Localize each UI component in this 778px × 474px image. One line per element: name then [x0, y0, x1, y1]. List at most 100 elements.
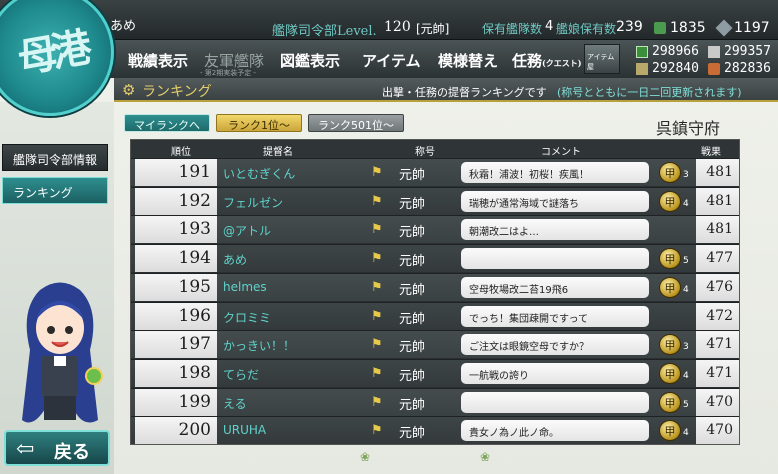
title-cell: 元帥	[399, 397, 426, 413]
rank-cell: 193	[135, 216, 217, 244]
bucket-icon	[654, 22, 666, 34]
medal-icon: 甲	[659, 190, 681, 212]
rank-cell: 197	[135, 331, 217, 359]
medal-icon: 甲	[659, 276, 681, 298]
admiral-name-cell: てらだ	[223, 367, 260, 382]
header-rank: 順位	[171, 147, 191, 158]
medal-count: 3	[683, 170, 689, 180]
comment-cell: 一航戦の誇り	[461, 362, 649, 384]
flag-icon: ⚑	[371, 222, 383, 238]
medal-count: 3	[683, 342, 689, 353]
table-header: 順位 提督名 称号 コメント 戦果	[131, 140, 739, 158]
score-cell: 470	[696, 417, 739, 445]
game-screen: あめ 艦隊司令部Level. 120 [元帥] 保有艦隊数 4 艦娘保有数 23…	[0, 0, 778, 474]
table-row[interactable]: 194 あめ ⚑ 元帥 甲 5 477	[131, 244, 739, 273]
admiral-name-cell: あめ	[223, 253, 248, 268]
rank-cell: 192	[135, 187, 217, 215]
back-button[interactable]: ⇦ 戻る	[4, 430, 110, 466]
score-cell: 481	[696, 159, 739, 186]
secretary-ship-girl	[22, 282, 103, 423]
title-cell: 元帥	[399, 196, 426, 212]
bauxite-counter: 282836	[708, 61, 771, 76]
comment-cell: ご注文は眼鏡空母ですか？	[461, 334, 649, 356]
title-cell: 元帥	[399, 368, 426, 384]
menu-items[interactable]: アイテム	[362, 50, 421, 71]
menu-battle-record[interactable]: 戦績表示	[128, 50, 188, 71]
comment-cell: でっち！集団疎開ですって	[461, 305, 649, 327]
header-score: 戦果	[701, 147, 721, 158]
medal-icon: 甲	[659, 391, 681, 413]
title-cell: 元帥	[399, 340, 426, 356]
flag-icon: ⚑	[371, 365, 383, 381]
admiral-name-cell: URUHA	[223, 423, 267, 438]
table-row[interactable]: 198 てらだ ⚑ 元帥 一航戦の誇り甲 4 471	[131, 358, 739, 387]
screw-counter: 1197	[715, 19, 770, 37]
prev-page-ornament[interactable]: ❀	[360, 450, 370, 464]
medal-icon: 甲	[659, 334, 681, 356]
score-cell: 481	[696, 216, 739, 244]
admiral-name-cell: helmes	[223, 279, 267, 294]
medal-icon: 甲	[659, 420, 681, 442]
naval-base-name: 呉鎮守府	[656, 119, 721, 138]
admiral-name-cell: @アトル	[223, 224, 272, 239]
title-cell: 元帥	[399, 254, 426, 270]
table-row[interactable]: 197 かっきい！！ ⚑ 元帥 ご注文は眼鏡空母ですか？ 甲 3 471	[131, 330, 739, 359]
ammo-counter: 292840	[636, 61, 699, 76]
fleet-count-label: 保有艦隊数	[482, 22, 543, 36]
bauxite-icon	[708, 62, 720, 75]
title-cell: 元帥	[399, 282, 426, 298]
item-shop-button[interactable]: アイテム屋	[584, 44, 620, 74]
medal-icon: 甲	[659, 362, 681, 384]
menu-furniture[interactable]: 模様替え	[438, 50, 498, 71]
comment-cell: 朝潮改二はよ…	[461, 219, 649, 241]
ammo-icon	[636, 62, 648, 75]
table-row[interactable]: 199 える ⚑ 元帥 甲 5 470	[131, 387, 739, 416]
flag-icon: ⚑	[371, 423, 383, 439]
medal-count: 4	[683, 198, 689, 209]
next-page-ornament[interactable]: ❀	[480, 450, 490, 464]
table-row[interactable]: 200 URUHA ⚑ 元帥 貴女ノ為ノ此ノ命。甲 4 470	[131, 416, 739, 445]
score-cell: 471	[696, 331, 739, 359]
sidebar-item-ranking[interactable]: ランキング	[2, 177, 108, 204]
rank-cell: 194	[135, 245, 217, 273]
sidebar-item-hq-info[interactable]: 艦隊司令部情報	[2, 144, 108, 171]
back-arrow-icon: ⇦	[16, 436, 35, 462]
screw-icon	[715, 19, 733, 37]
table-row[interactable]: 195 helmes ⚑ 元帥 空母牧場改二苔19飛6 甲 4 476	[131, 272, 739, 301]
hq-level-label: 艦隊司令部Level.	[272, 24, 377, 39]
comment-cell: 空母牧場改二苔19飛6	[461, 276, 649, 298]
score-cell: 477	[696, 245, 739, 273]
flag-icon: ⚑	[371, 337, 383, 353]
table-row[interactable]: 193 @アトル ⚑ 元帥 朝潮改二はよ… 481	[131, 215, 739, 244]
score-cell: 472	[696, 302, 739, 330]
title-cell: 元帥	[399, 426, 426, 442]
comment-cell	[461, 248, 649, 270]
rank-cell: 199	[135, 388, 217, 416]
ranking-table: 順位 提督名 称号 コメント 戦果 191 いとむぎくん ⚑ 元帥 秋霜！浦波！初桜！疾…	[130, 139, 740, 445]
tab-rank-501[interactable]: ランク501位～	[308, 114, 404, 132]
rank-cell: 200	[135, 417, 217, 445]
tab-my-rank[interactable]: マイランクへ	[124, 114, 210, 132]
section-title: ランキング	[142, 84, 212, 100]
header-comment: コメント	[541, 147, 581, 158]
table-row[interactable]: 196 クロミミ ⚑ 元帥 でっち！集団疎開ですって 472	[131, 301, 739, 330]
gear-icon: ⚙	[122, 81, 136, 99]
title-cell: 元帥	[399, 311, 426, 327]
score-cell: 481	[696, 187, 739, 215]
menu-encyclopedia[interactable]: 図鑑表示	[280, 50, 340, 71]
shipgirl-count-label: 艦娘保有数	[556, 22, 617, 36]
table-row[interactable]: 191 いとむぎくん ⚑ 元帥 秋霜！浦波！初桜！疾風！ 甲 3 481	[131, 158, 739, 186]
tab-rank-1[interactable]: ランク1位～	[216, 114, 302, 132]
menu-quests[interactable]: 任務(クエスト)	[512, 50, 582, 71]
flag-icon: ⚑	[371, 279, 383, 295]
rank-cell: 196	[135, 302, 217, 330]
admiral-name-cell: いとむぎくん	[223, 167, 296, 181]
comment-cell: 貴女ノ為ノ此ノ命。	[461, 420, 649, 442]
table-row[interactable]: 192 フェルゼン ⚑ 元帥 瑞穂が通常海域で謎落ち甲 4 481	[131, 186, 739, 215]
medal-count: 4	[683, 370, 689, 381]
item-shop-label: アイテム屋	[587, 53, 615, 71]
emblem-text: 母港	[14, 24, 90, 83]
friend-fleet-note: - 第2期実装予定 -	[200, 69, 256, 77]
shipgirl-count-value: 239	[616, 19, 643, 35]
home-port-emblem[interactable]: 母港	[0, 0, 114, 116]
